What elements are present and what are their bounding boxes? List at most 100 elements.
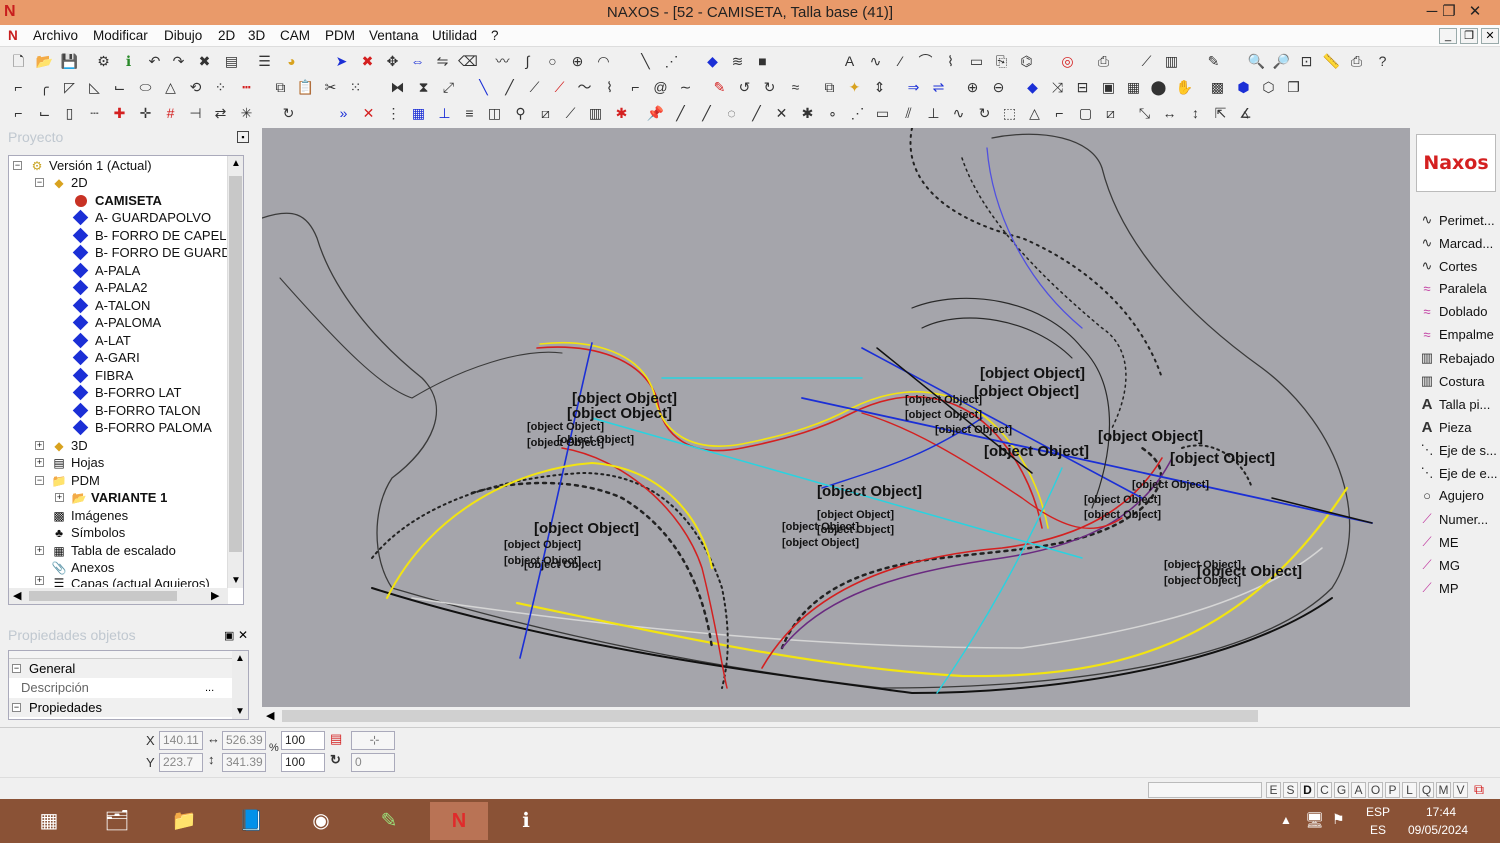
properties-scrollbar[interactable]: ▲ ▼ [232, 651, 248, 719]
menu-dibujo[interactable]: Dibujo [164, 28, 202, 43]
wave-tool-icon[interactable]: ≋ [728, 52, 747, 71]
status-mode-icon[interactable]: ⧉ [1474, 781, 1484, 798]
fill-tool-icon[interactable]: ■ [753, 52, 772, 71]
tree-symbols[interactable]: ♣ Símbolos [35, 524, 125, 541]
info-icon[interactable]: ℹ [119, 52, 138, 71]
tree-piece[interactable]: A-LAT [72, 332, 131, 349]
table-icon[interactable]: ▦ [409, 104, 428, 123]
network-icon[interactable]: 🖥 [1305, 811, 1324, 829]
rp-skive[interactable]: ▥ Rebajado [1418, 350, 1495, 366]
info-app-icon[interactable]: ℹ [497, 802, 555, 840]
tree-pdm[interactable]: − 📁 PDM [35, 472, 100, 489]
group-general[interactable]: − General [9, 659, 232, 678]
status-key-a[interactable]: A [1351, 782, 1366, 798]
trim-icon[interactable]: ⌙ [110, 78, 129, 97]
move-cross-icon[interactable]: ✛ [136, 104, 155, 123]
open-folder-icon[interactable]: 📂 [35, 52, 54, 71]
collapse-icon[interactable]: − [12, 664, 21, 673]
status-key-v[interactable]: V [1453, 782, 1468, 798]
menu-help[interactable]: ? [491, 28, 499, 43]
slash-tool-icon[interactable]: ⁄ [891, 52, 910, 71]
calculator-icon[interactable]: ▦ [20, 802, 78, 840]
array-icon[interactable]: ⁙ [346, 78, 365, 97]
pin-icon[interactable]: ⚲ [511, 104, 530, 123]
ruler-line-icon[interactable]: ⊣ [186, 104, 205, 123]
scroll-left-icon[interactable]: ◀ [266, 709, 274, 722]
hash-icon[interactable]: # [161, 104, 180, 123]
nodes-icon[interactable]: ⋮ [384, 104, 403, 123]
pencil-icon[interactable]: ✎ [1204, 52, 1223, 71]
explode-icon[interactable]: ✳ [237, 104, 256, 123]
rp-mp[interactable]: ⟋ MP [1418, 580, 1458, 596]
red-line-icon[interactable]: ⟋ [550, 78, 569, 97]
page-icon[interactable]: ▯ [60, 104, 79, 123]
insert-icon[interactable]: ⊥ [435, 104, 454, 123]
chrome-icon[interactable]: ◉ [292, 802, 350, 840]
zoom-window-icon[interactable]: 🔍 [1247, 52, 1266, 71]
clip-tool-icon[interactable]: ⎘ [992, 52, 1011, 71]
rp-mg[interactable]: ⟋ MG [1418, 557, 1460, 573]
tree-piece[interactable]: B-FORRO TALON [72, 402, 201, 419]
tree-piece[interactable]: B-FORRO PALOMA [72, 419, 212, 436]
flip-icon[interactable]: ⇄ [211, 104, 230, 123]
wave-line-icon[interactable]: 〜 [575, 78, 594, 97]
status-key-o[interactable]: O [1368, 782, 1383, 798]
grid-icon[interactable]: ▥ [1162, 52, 1181, 71]
angle-tool-icon[interactable]: ⌐ [9, 104, 28, 123]
hscroll-thumb[interactable] [29, 591, 177, 601]
rp-cuts[interactable]: ∿ Cortes [1418, 258, 1478, 274]
expand-icon[interactable]: + [35, 546, 44, 555]
layers-icon[interactable]: ☰ [255, 52, 274, 71]
arrow-right-icon[interactable]: ⇒ [904, 78, 923, 97]
close-button[interactable]: ✕ [1458, 0, 1492, 25]
rotate-right-icon[interactable]: ↻ [760, 78, 779, 97]
x-field[interactable]: 140.11 [159, 731, 203, 750]
menu-3d[interactable]: 3D [248, 28, 265, 43]
collapse-icon[interactable]: − [35, 476, 44, 485]
rp-size-text[interactable]: A Talla pi... [1418, 396, 1491, 413]
remove-point-icon[interactable]: ✕ [359, 104, 378, 123]
next-icon[interactable]: » [334, 104, 353, 123]
scroll-right-icon[interactable]: ▶ [211, 589, 219, 602]
red-cross-icon[interactable]: ✚ [110, 104, 129, 123]
red-pen-icon[interactable]: ✎ [710, 78, 729, 97]
rp-number[interactable]: ⟋ Numer... [1418, 511, 1488, 527]
join-icon[interactable]: ⇔ [408, 52, 427, 71]
pushpin-icon[interactable]: 📌 [646, 104, 665, 123]
mdi-minimize-button[interactable]: _ [1439, 28, 1457, 44]
stack-icon[interactable]: ❐ [1284, 78, 1303, 97]
expand-icon[interactable]: + [35, 458, 44, 467]
node-edit-icon[interactable]: ⤨ [1048, 78, 1067, 97]
image-icon[interactable]: ▩ [1208, 78, 1227, 97]
palette-icon[interactable]: ◕ [282, 52, 301, 71]
3d-icon[interactable]: ⬡ [1259, 78, 1278, 97]
equal-icon[interactable]: ≡ [460, 104, 479, 123]
rp-me[interactable]: ⟋ ME [1418, 534, 1458, 550]
collapse-icon[interactable]: − [12, 703, 21, 712]
status-key-q[interactable]: Q [1419, 782, 1434, 798]
redo-icon[interactable]: ↷ [169, 52, 188, 71]
save-icon[interactable]: 💾 [60, 52, 79, 71]
rp-hole[interactable]: ○ Agujero [1418, 488, 1484, 503]
menu-2d[interactable]: 2D [218, 28, 235, 43]
node-line-icon[interactable]: ⊟ [1073, 78, 1092, 97]
y-field[interactable]: 223.7 [159, 753, 203, 772]
mdi-close-button[interactable]: ✕ [1481, 28, 1499, 44]
mirror-v-icon[interactable]: ⧗ [414, 78, 433, 97]
zoom-in-icon[interactable]: ⊕ [963, 78, 982, 97]
cone-icon[interactable]: △ [161, 78, 180, 97]
tree-variant[interactable]: + 📂 VARIANTE 1 [55, 489, 167, 506]
split-icon[interactable]: ⇋ [433, 52, 452, 71]
panel-pin-icon[interactable]: ▪ [237, 131, 249, 143]
width-icon[interactable]: ↔ [1160, 104, 1179, 123]
ellipsis-button[interactable]: ... [205, 682, 214, 694]
expand-icon[interactable]: + [35, 441, 44, 450]
step-icon[interactable]: ⌐ [626, 78, 645, 97]
menu-ventana[interactable]: Ventana [369, 28, 419, 43]
spline-icon[interactable]: ∫ [518, 52, 537, 71]
scroll-up-icon[interactable]: ▲ [231, 158, 241, 169]
properties-icon[interactable]: ▤ [222, 52, 241, 71]
tree-2d[interactable]: − ◆ 2D [35, 174, 88, 191]
ellipse-icon[interactable]: ⬭ [136, 78, 155, 97]
box-icon[interactable]: ▣ [1099, 78, 1118, 97]
